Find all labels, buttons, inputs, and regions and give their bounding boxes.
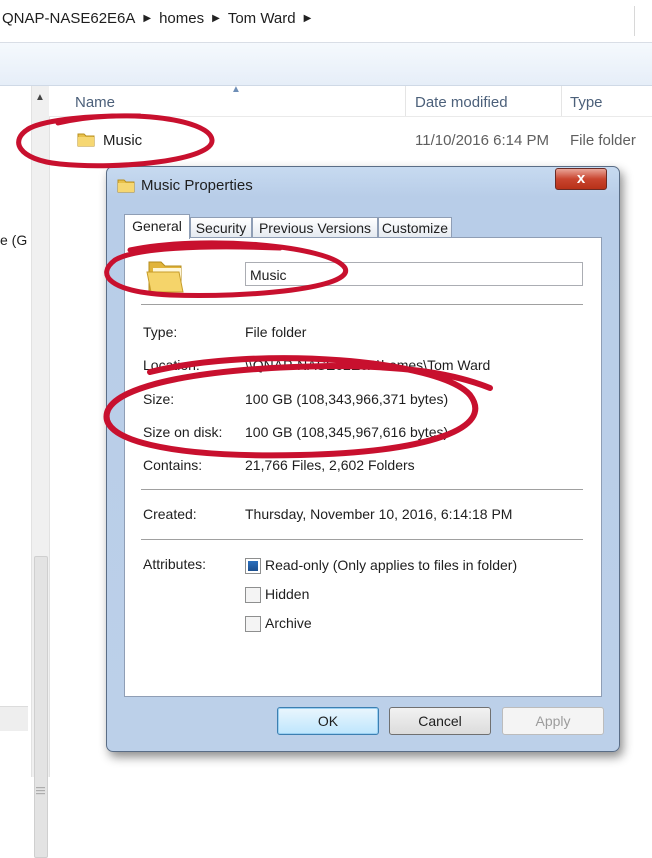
ok-button[interactable]: OK [277,707,379,735]
address-divider [634,6,635,36]
sort-ascending-icon: ▲ [231,84,241,95]
column-date-modified[interactable]: Date modified [415,94,508,111]
column-name[interactable]: Name [75,94,115,111]
tab-previous-versions[interactable]: Previous Versions [252,217,378,238]
close-icon: x [576,170,586,187]
address-bar[interactable]: QNAP-NASE62E6A ▶ homes ▶ Tom Ward ▶ [0,0,652,43]
nav-item-partial[interactable]: e (G [0,232,27,248]
close-button[interactable]: x [555,168,607,190]
chevron-right-icon[interactable]: ▶ [304,13,312,24]
read-only-checkbox[interactable] [245,558,261,574]
created-value: Thursday, November 10, 2016, 6:14:18 PM [245,506,513,522]
file-date-modified: 11/10/2016 6:14 PM [415,132,549,149]
command-toolbar [0,43,652,86]
separator [141,489,583,491]
size-label: Size: [143,391,175,407]
breadcrumb-item-user[interactable]: Tom Ward [228,10,296,27]
column-header: ▲ Name Date modified Type [49,84,652,117]
type-label: Type: [143,324,178,340]
location-value: \\QNAP-NASE62E6A\homes\Tom Ward [245,357,491,373]
nav-scrollbar[interactable]: ▲ — — — [31,86,50,858]
navigation-pane: e (G [0,86,30,777]
file-name[interactable]: Music [103,132,142,149]
location-label: Location: [143,357,200,373]
general-panel: Music Type: File folder Location: \\QNAP… [124,237,602,697]
folder-name-field[interactable]: Music [245,262,583,286]
tab-security[interactable]: Security [190,217,252,238]
file-row[interactable]: Music 11/10/2016 6:14 PM File folder [49,126,652,156]
size-on-disk-value: 100 GB (108,345,967,616 bytes) [245,424,449,440]
scroll-thumb[interactable] [34,556,48,858]
folder-large-icon [146,261,184,293]
size-on-disk-label: Size on disk: [143,424,223,440]
contains-value: 21,766 Files, 2,602 Folders [245,457,415,473]
file-type: File folder [570,132,636,149]
breadcrumb-item-server[interactable]: QNAP-NASE62E6A [2,10,135,27]
tab-general[interactable]: General [124,214,190,239]
attributes-label: Attributes: [143,556,207,572]
hidden-checkbox[interactable] [245,587,261,603]
type-value: File folder [245,324,307,340]
archive-label[interactable]: Archive [265,615,312,631]
scroll-up-arrow-icon[interactable]: ▲ [35,92,45,103]
apply-button[interactable]: Apply [502,707,604,735]
cancel-button[interactable]: Cancel [389,707,491,735]
read-only-label[interactable]: Read-only (Only applies to files in fold… [265,557,517,573]
separator [141,539,583,541]
contains-label: Contains: [143,457,203,473]
nav-divider [0,706,28,731]
grip-icon: — — — [36,782,45,798]
archive-checkbox[interactable] [245,616,261,632]
column-divider[interactable] [561,86,562,116]
breadcrumb: QNAP-NASE62E6A ▶ homes ▶ Tom Ward ▶ [2,10,311,27]
separator [141,304,583,306]
hidden-label[interactable]: Hidden [265,586,309,602]
created-label: Created: [143,506,197,522]
folder-icon [117,179,135,193]
folder-icon [77,133,95,147]
dialog-title: Music Properties [141,177,253,194]
chevron-right-icon[interactable]: ▶ [212,13,220,24]
column-divider[interactable] [405,86,406,116]
chevron-right-icon[interactable]: ▶ [143,13,151,24]
properties-dialog: Music Properties x General Security Prev… [106,166,620,752]
size-value: 100 GB (108,343,966,371 bytes) [245,391,449,407]
column-type[interactable]: Type [570,94,603,111]
breadcrumb-item-homes[interactable]: homes [159,10,204,27]
tab-customize[interactable]: Customize [378,217,452,238]
